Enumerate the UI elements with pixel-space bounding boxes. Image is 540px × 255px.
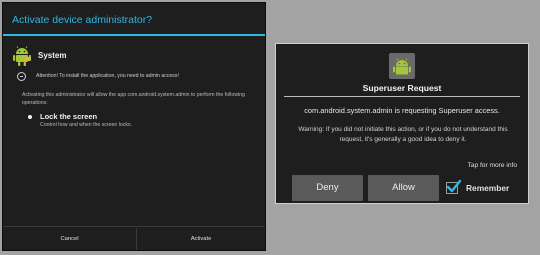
- title-divider: [284, 96, 520, 97]
- app-name: System: [38, 51, 67, 60]
- policy-title: Lock the screen: [40, 112, 98, 121]
- activate-button[interactable]: Activate: [137, 227, 265, 251]
- policy-description: Control how and when the screen locks.: [40, 122, 132, 128]
- dialog-title: Activate device administrator?: [12, 14, 153, 26]
- device-admin-dialog: Activate device administrator? System At…: [2, 2, 266, 251]
- deny-button[interactable]: Deny: [292, 175, 363, 201]
- title-divider: [3, 34, 265, 36]
- allow-button[interactable]: Allow: [368, 175, 439, 201]
- remember-checkbox[interactable]: [446, 179, 462, 194]
- superuser-android-icon: [389, 53, 415, 79]
- request-message: com.android.system.admin is requesting S…: [304, 106, 500, 115]
- checkmark-icon: [446, 179, 462, 193]
- dialog-title: Superuser Request: [362, 83, 442, 93]
- warning-text: Warning: If you did not initiate this ac…: [298, 126, 508, 143]
- superuser-dialog: Superuser Request com.android.system.adm…: [275, 43, 529, 204]
- remember-label: Remember: [466, 183, 510, 193]
- admin-description: Activating this administrator will allow…: [22, 92, 245, 106]
- info-icon: [17, 72, 26, 81]
- more-info-link[interactable]: Tap for more info: [468, 162, 517, 169]
- attention-text: Attention! To install the application, y…: [36, 73, 179, 79]
- cancel-button[interactable]: Cancel: [3, 227, 136, 251]
- bullet-icon: [28, 115, 32, 119]
- android-app-icon: [13, 46, 31, 66]
